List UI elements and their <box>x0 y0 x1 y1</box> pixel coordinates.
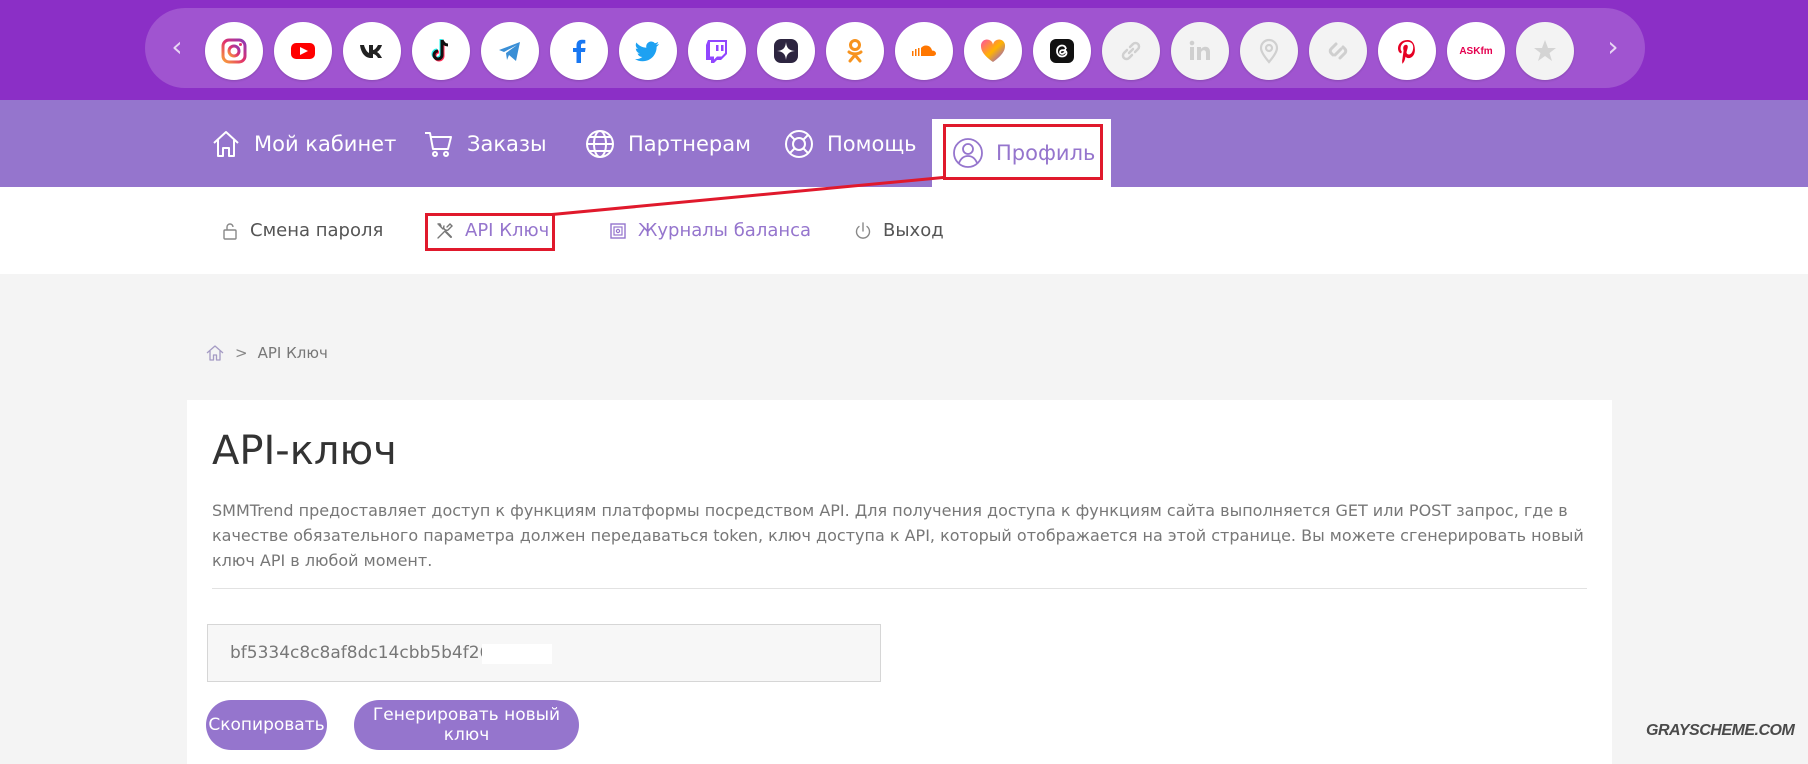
soundcloud-icon[interactable] <box>895 22 953 80</box>
safe-icon <box>610 222 626 239</box>
youtube-icon[interactable] <box>274 22 332 80</box>
home-icon <box>213 130 239 157</box>
sub-item-label: Смена пароля <box>250 220 384 241</box>
profile-sub-navigation: Смена пароля API Ключ Журналы баланса Вы… <box>0 187 1808 274</box>
api-description: SMMTrend предоставляет доступ к функциям… <box>212 501 1584 570</box>
divider <box>212 588 1587 589</box>
carousel-prev-arrow[interactable]: ‹ <box>162 32 192 62</box>
pinterest-icon[interactable] <box>1378 22 1436 80</box>
link-icon[interactable] <box>1102 22 1160 80</box>
twitter-icon[interactable] <box>619 22 677 80</box>
instagram-icon[interactable] <box>205 22 263 80</box>
likee-icon[interactable] <box>964 22 1022 80</box>
watermark: GRAYSCHEME.COM <box>1646 722 1795 739</box>
shazam-icon[interactable] <box>1309 22 1367 80</box>
tiktok-icon[interactable] <box>412 22 470 80</box>
nav-item-label: Заказы <box>467 131 547 156</box>
user-icon <box>953 138 983 168</box>
nav-item-partners[interactable]: Партнерам <box>584 100 751 187</box>
home-icon[interactable] <box>205 343 225 363</box>
vk-icon[interactable] <box>343 22 401 80</box>
twitch-icon[interactable] <box>688 22 746 80</box>
nav-item-label: Помощь <box>827 131 917 156</box>
breadcrumb-separator: > <box>235 344 248 362</box>
tools-icon <box>437 222 453 239</box>
social-networks-bar: ‹ ASKfm › <box>0 0 1808 100</box>
breadcrumb-current: API Ключ <box>257 344 328 362</box>
nav-item-cabinet[interactable]: Мой кабинет <box>210 100 396 187</box>
nav-item-label: Партнерам <box>628 131 751 156</box>
sub-item-label: Выход <box>883 220 944 241</box>
social-networks-carousel: ‹ ASKfm › <box>145 8 1645 88</box>
odnoklassniki-icon[interactable] <box>826 22 884 80</box>
api-key-redaction <box>482 644 552 664</box>
location-icon[interactable] <box>1240 22 1298 80</box>
nav-item-profile[interactable]: Профиль <box>932 119 1112 187</box>
cart-icon <box>425 131 452 157</box>
copy-button[interactable]: Скопировать <box>206 700 327 750</box>
zen-icon[interactable] <box>757 22 815 80</box>
askfm-icon[interactable]: ASKfm <box>1447 22 1505 80</box>
nav-item-orders[interactable]: Заказы <box>423 100 547 187</box>
linkedin-icon[interactable] <box>1171 22 1229 80</box>
lifebuoy-icon <box>785 129 813 158</box>
threads-icon[interactable] <box>1033 22 1091 80</box>
sub-item-label: Журналы баланса <box>638 220 812 241</box>
star-icon[interactable] <box>1516 22 1574 80</box>
facebook-icon[interactable] <box>550 22 608 80</box>
power-icon <box>855 221 871 239</box>
nav-item-help[interactable]: Помощь <box>783 100 917 187</box>
askfm-logo-text: ASKfm <box>1459 45 1493 57</box>
sub-item-label: API Ключ <box>465 220 550 241</box>
generate-key-button[interactable]: Генерировать новый ключ <box>354 700 579 750</box>
sub-item-balance-logs[interactable]: Журналы баланса <box>608 187 811 274</box>
sub-item-change-password[interactable]: Смена пароля <box>220 187 383 274</box>
carousel-next-arrow[interactable]: › <box>1598 32 1628 62</box>
globe-icon <box>586 129 614 158</box>
api-key-card: API-ключ SMMTrend предоставляет доступ к… <box>187 400 1612 764</box>
sub-item-logout[interactable]: Выход <box>853 187 944 274</box>
nav-item-label: Мой кабинет <box>254 131 397 156</box>
lock-icon <box>223 222 237 240</box>
sub-item-api-key[interactable]: API Ключ <box>435 187 549 274</box>
nav-item-label: Профиль <box>996 141 1096 165</box>
page-title: API-ключ <box>212 428 397 474</box>
breadcrumb: > API Ключ <box>205 343 328 363</box>
main-navigation: Мой кабинет Заказы Партнерам Помощь Проф… <box>0 100 1808 187</box>
telegram-icon[interactable] <box>481 22 539 80</box>
